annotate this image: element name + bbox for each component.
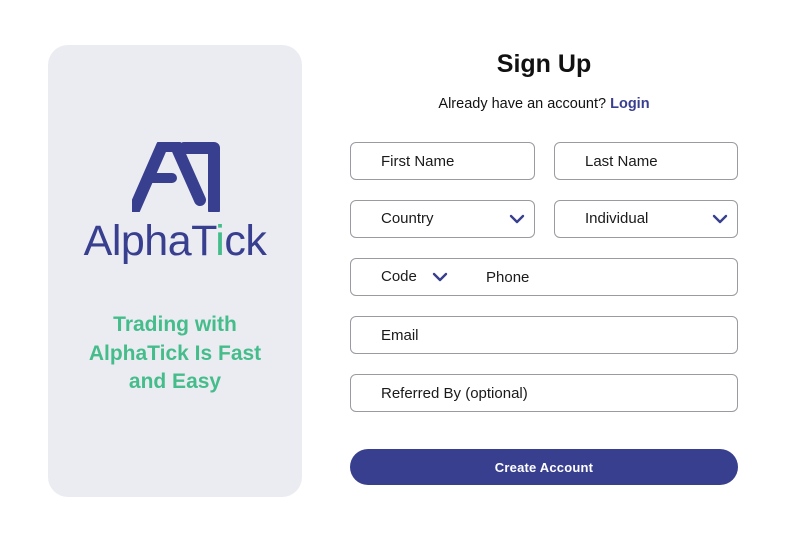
phone-code-label: Code (381, 268, 417, 285)
login-prompt-text: Already have an account? (438, 96, 607, 112)
chevron-down-icon (432, 272, 448, 282)
create-account-button[interactable]: Create Account (350, 449, 738, 485)
page-title: Sign Up (496, 50, 592, 78)
chevron-down-icon (509, 214, 525, 224)
brand-panel: AlphaTick Trading with AlphaTick Is Fast… (48, 45, 302, 497)
phone-input-wrapper (461, 259, 737, 295)
last-name-field[interactable] (554, 142, 738, 180)
login-link[interactable]: Login (610, 96, 649, 112)
email-input[interactable] (351, 317, 737, 353)
first-name-field[interactable] (350, 142, 535, 180)
referred-by-input[interactable] (351, 375, 737, 411)
brand-wordmark-main: AlphaT (83, 217, 216, 265)
login-prompt-line: Already have an account? Login (350, 96, 738, 112)
country-select-label: Country (381, 210, 434, 227)
account-type-select[interactable]: Individual (554, 200, 738, 238)
first-name-input[interactable] (351, 143, 534, 179)
brand-wordmark-rest: ck (224, 217, 267, 265)
account-type-select-label: Individual (585, 210, 649, 227)
country-select[interactable]: Country (350, 200, 535, 238)
brand-tagline: Trading with AlphaTick Is Fast and Easy (88, 313, 262, 393)
chevron-down-icon (712, 214, 728, 224)
phone-input[interactable] (461, 259, 737, 295)
brand-wordmark: AlphaTick (48, 215, 302, 267)
alphatick-logo-icon (132, 142, 220, 212)
phone-code-select[interactable]: Code (351, 259, 461, 295)
referred-by-field[interactable] (350, 374, 738, 412)
email-field[interactable] (350, 316, 738, 354)
last-name-input[interactable] (555, 143, 737, 179)
brand-wordmark-accent: i (215, 217, 225, 265)
phone-field: Code (350, 258, 738, 296)
